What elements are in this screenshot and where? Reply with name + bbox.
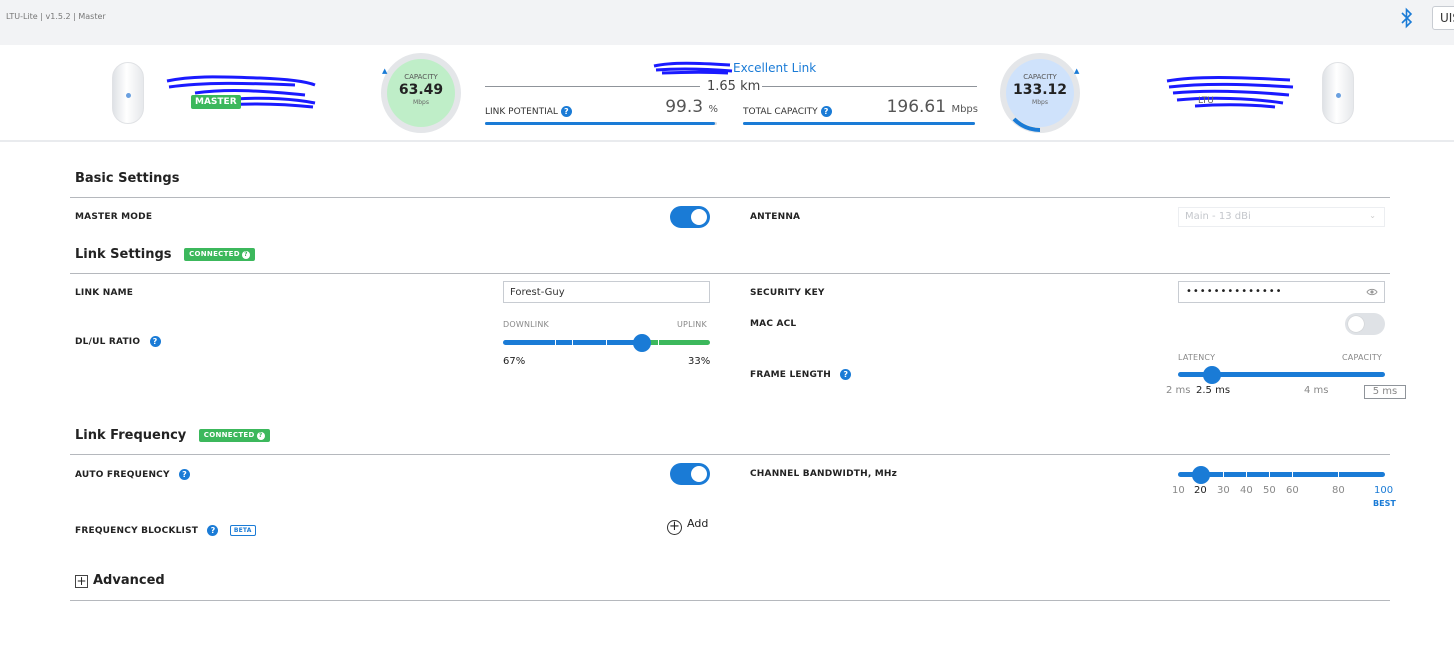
- bandwidth-option-60[interactable]: 60: [1286, 485, 1299, 496]
- link-potential-bar: [485, 122, 717, 125]
- local-capacity-gauge: CAPACITY 63.49 Mbps: [381, 53, 461, 133]
- latency-caption: LATENCY: [1178, 353, 1216, 362]
- eye-icon[interactable]: [1366, 287, 1378, 297]
- redacted-device-name: [166, 75, 316, 109]
- frame-length-label: FRAME LENGTH ?: [750, 369, 852, 380]
- link-frequency-divider: [70, 454, 1390, 455]
- bandwidth-option-100[interactable]: 100: [1374, 485, 1393, 496]
- link-frequency-status-badge: CONNECTED?: [198, 429, 270, 442]
- link-distance: 1.65 km: [707, 79, 761, 94]
- bandwidth-option-30[interactable]: 30: [1217, 485, 1230, 496]
- downlink-caption: DOWNLINK: [503, 320, 549, 329]
- total-capacity-help-icon[interactable]: ?: [820, 106, 832, 117]
- advanced-divider: [70, 600, 1390, 601]
- mac-acl-toggle[interactable]: [1345, 313, 1385, 335]
- downlink-percent: 67%: [503, 356, 526, 367]
- local-role-badge: MASTER: [191, 95, 241, 109]
- link-potential-help-icon[interactable]: ?: [560, 106, 572, 117]
- master-mode-label: MASTER MODE: [75, 212, 153, 222]
- uplink-caption: UPLINK: [677, 320, 707, 329]
- dl-ul-ratio-help-icon[interactable]: ?: [149, 336, 161, 347]
- link-name-input[interactable]: [503, 281, 710, 303]
- bandwidth-option-50[interactable]: 50: [1263, 485, 1276, 496]
- capacity-caption: CAPACITY: [1342, 353, 1383, 362]
- bluetooth-icon[interactable]: [1399, 7, 1415, 29]
- remote-role-label: LTU: [1198, 96, 1214, 106]
- basic-settings-title: Basic Settings: [75, 171, 180, 186]
- total-capacity-label: TOTAL CAPACITY ?: [743, 106, 832, 117]
- uplink-percent: 33%: [688, 356, 711, 367]
- link-status-header: MASTER CAPACITY 63.49 Mbps ▲ Excellent L…: [0, 45, 1454, 142]
- frame-length-mark-4ms[interactable]: 4 ms: [1304, 385, 1329, 396]
- channel-bandwidth-slider-handle[interactable]: [1192, 466, 1210, 484]
- chevron-down-icon: ⌄: [1369, 211, 1376, 220]
- remote-caret-icon: ▲: [1074, 67, 1080, 75]
- link-frequency-title: Link Frequency CONNECTED?: [75, 428, 270, 443]
- local-caret-icon: ▲: [382, 67, 388, 75]
- distance-line-left: [485, 86, 700, 87]
- advanced-expander[interactable]: + Advanced: [75, 573, 165, 588]
- security-key-input[interactable]: ••••••••••••••: [1178, 281, 1385, 303]
- channel-bandwidth-label: CHANNEL BANDWIDTH, MHz: [750, 469, 898, 479]
- link-settings-status-badge: CONNECTED?: [184, 248, 255, 261]
- bandwidth-option-10[interactable]: 10: [1172, 485, 1185, 496]
- local-device-image: [112, 62, 144, 124]
- remote-capacity-value: 133.12: [1012, 82, 1068, 98]
- user-menu-button[interactable]: UIS: [1432, 6, 1454, 30]
- antenna-select[interactable]: Main - 13 dBi ⌄: [1178, 207, 1385, 227]
- security-key-label: SECURITY KEY: [750, 288, 825, 298]
- dl-ul-ratio-label: DL/UL RATIO ?: [75, 336, 161, 347]
- frequency-blocklist-help-icon[interactable]: ?: [207, 525, 219, 536]
- best-label: BEST: [1373, 499, 1396, 508]
- plus-circle-icon: +: [667, 520, 682, 535]
- link-settings-divider: [70, 273, 1390, 274]
- frame-length-slider-handle[interactable]: [1203, 366, 1221, 384]
- app-title: LTU-Lite | v1.5.2 | Master: [6, 12, 106, 21]
- local-capacity-value: 63.49: [398, 82, 444, 98]
- add-blocklist-button[interactable]: + Add: [667, 517, 708, 535]
- bandwidth-option-40[interactable]: 40: [1240, 485, 1253, 496]
- link-quality-text: Excellent Link: [733, 61, 817, 75]
- redacted-link-name: [653, 61, 733, 75]
- auto-frequency-label: AUTO FREQUENCY ?: [75, 469, 191, 480]
- antenna-label: ANTENNA: [750, 212, 801, 222]
- bandwidth-option-80[interactable]: 80: [1332, 485, 1345, 496]
- basic-settings-divider: [70, 197, 1390, 198]
- link-settings-title: Link Settings CONNECTED?: [75, 247, 255, 262]
- frame-length-mark-5ms[interactable]: 5 ms: [1364, 385, 1406, 399]
- dl-ul-ratio-slider-track[interactable]: [503, 340, 710, 345]
- total-capacity-value: 196.61 Mbps: [886, 97, 978, 117]
- bandwidth-option-20[interactable]: 20: [1194, 485, 1207, 496]
- dl-ul-ratio-slider-handle[interactable]: [632, 334, 651, 352]
- link-potential-label: LINK POTENTIAL ?: [485, 106, 572, 117]
- remote-capacity-gauge: CAPACITY 133.12 Mbps: [1000, 53, 1080, 133]
- local-capacity-label: CAPACITY: [404, 73, 438, 81]
- master-mode-toggle[interactable]: [670, 206, 710, 228]
- mac-acl-label: MAC ACL: [750, 319, 797, 329]
- frame-length-mark-2ms[interactable]: 2 ms: [1166, 385, 1191, 396]
- remote-capacity-label: CAPACITY: [1023, 73, 1057, 81]
- beta-badge: BETA: [229, 525, 256, 536]
- link-name-label: LINK NAME: [75, 288, 134, 298]
- remote-device-image: [1322, 62, 1354, 124]
- remote-capacity-unit: Mbps: [1032, 99, 1048, 106]
- security-key-value: ••••••••••••••: [1186, 286, 1283, 297]
- plus-box-icon: +: [75, 574, 88, 588]
- redacted-remote-name: [1166, 76, 1294, 109]
- link-potential-value: 99.3 %: [665, 97, 718, 117]
- auto-frequency-help-icon[interactable]: ?: [179, 469, 191, 480]
- auto-frequency-toggle[interactable]: [670, 463, 710, 485]
- local-capacity-unit: Mbps: [413, 99, 429, 106]
- distance-line-right: [762, 86, 977, 87]
- total-capacity-bar: [743, 122, 975, 125]
- frame-length-help-icon[interactable]: ?: [840, 369, 852, 380]
- frame-length-mark-2-5ms[interactable]: 2.5 ms: [1196, 385, 1230, 396]
- top-bar: LTU-Lite | v1.5.2 | Master UIS: [0, 0, 1454, 45]
- frequency-blocklist-label: FREQUENCY BLOCKLIST ? BETA: [75, 525, 256, 536]
